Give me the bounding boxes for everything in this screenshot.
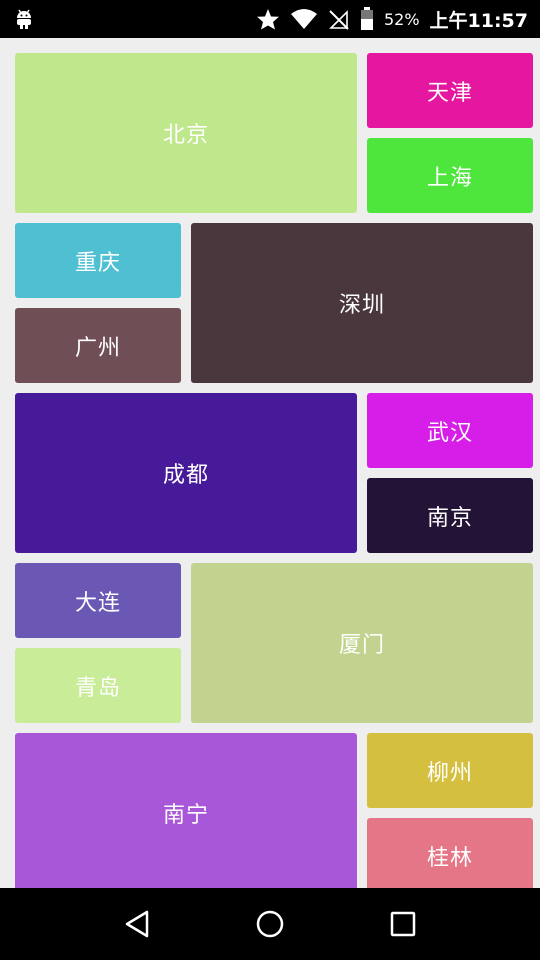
city-tile[interactable]: 北京 bbox=[15, 53, 357, 213]
city-tile-label: 北京 bbox=[162, 123, 209, 148]
city-tile-label: 深圳 bbox=[338, 293, 385, 318]
city-tile[interactable]: 广州 bbox=[15, 308, 181, 383]
city-tile[interactable]: 南宁 bbox=[15, 733, 357, 888]
navigation-bar bbox=[0, 888, 540, 960]
battery-icon bbox=[360, 7, 374, 31]
back-icon bbox=[123, 909, 151, 939]
city-tile-label: 南京 bbox=[426, 505, 473, 531]
city-tile[interactable]: 厦门 bbox=[191, 563, 533, 723]
city-tile-label: 大连 bbox=[74, 590, 121, 616]
city-tile-label: 青岛 bbox=[74, 675, 121, 701]
city-tile-label: 上海 bbox=[426, 165, 473, 191]
city-tile-label: 桂林 bbox=[426, 845, 473, 871]
star-icon bbox=[256, 8, 280, 30]
wifi-icon bbox=[290, 8, 318, 30]
city-tile[interactable]: 大连 bbox=[15, 563, 181, 638]
city-tile-label: 柳州 bbox=[426, 760, 473, 786]
recents-button[interactable] bbox=[373, 894, 433, 954]
city-tile[interactable]: 青岛 bbox=[15, 648, 181, 723]
city-grid: 北京 天津上海重庆深圳广州成都 武汉南京大连厦门青岛南宁 柳州桂林 bbox=[0, 38, 540, 888]
city-tile[interactable]: 柳州 bbox=[367, 733, 533, 808]
recents-icon bbox=[389, 910, 417, 938]
city-tile[interactable]: 桂林 bbox=[367, 818, 533, 888]
no-signal-icon bbox=[328, 8, 350, 30]
city-tile[interactable]: 成都 bbox=[15, 393, 357, 553]
city-tile-label: 南宁 bbox=[162, 803, 209, 828]
city-tile-label: 武汉 bbox=[426, 420, 473, 446]
city-tile[interactable]: 重庆 bbox=[15, 223, 181, 298]
city-tile[interactable]: 上海 bbox=[367, 138, 533, 213]
android-debug-icon bbox=[14, 8, 34, 30]
city-tile-label: 重庆 bbox=[74, 250, 121, 276]
home-icon bbox=[255, 909, 285, 939]
city-tile[interactable]: 南京 bbox=[367, 478, 533, 553]
battery-percent: 52% bbox=[383, 9, 420, 29]
clock: 上午11:57 bbox=[429, 9, 528, 32]
city-tile[interactable]: 深圳 bbox=[191, 223, 533, 383]
back-button[interactable] bbox=[107, 894, 167, 954]
city-tile[interactable]: 武汉 bbox=[367, 393, 533, 468]
city-tile-label: 广州 bbox=[74, 335, 121, 361]
home-button[interactable] bbox=[240, 894, 300, 954]
city-tile-label: 厦门 bbox=[338, 633, 385, 658]
city-tile-label: 成都 bbox=[162, 463, 209, 488]
city-tile-label: 天津 bbox=[426, 80, 473, 106]
status-bar: 52% 上午11:57 bbox=[0, 0, 540, 38]
city-tile[interactable]: 天津 bbox=[367, 53, 533, 128]
